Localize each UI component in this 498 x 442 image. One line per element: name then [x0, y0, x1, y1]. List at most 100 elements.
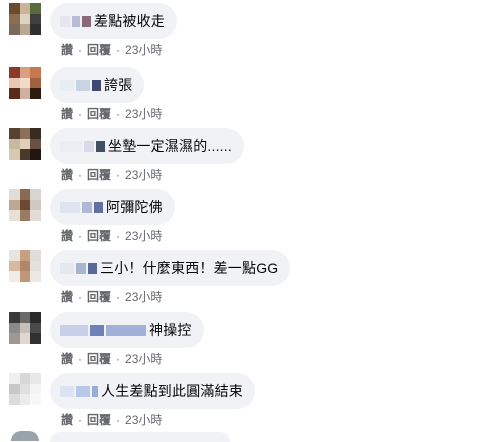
avatar[interactable] — [9, 189, 41, 221]
reply-button[interactable]: 回覆 — [87, 350, 111, 367]
name-blur-block — [82, 201, 92, 213]
like-button[interactable]: 讚 — [61, 350, 73, 367]
avatar-pixel — [30, 199, 41, 211]
avatar-pixel — [19, 210, 31, 221]
separator-dot: · — [116, 289, 121, 304]
avatar-pixel — [9, 3, 20, 14]
like-button[interactable]: 讚 — [61, 411, 73, 428]
commenter-name-blurred[interactable] — [60, 79, 101, 91]
avatar-pixel — [19, 88, 31, 99]
like-button[interactable]: 讚 — [61, 41, 73, 58]
commenter-name-blurred[interactable] — [60, 15, 91, 27]
avatar-pixel — [9, 13, 20, 25]
avatar[interactable] — [9, 3, 41, 35]
avatar[interactable] — [9, 67, 41, 99]
like-button[interactable]: 讚 — [61, 288, 73, 305]
avatar-pixel — [19, 394, 31, 405]
commenter-name-blurred[interactable] — [60, 201, 103, 213]
avatar[interactable] — [11, 431, 39, 441]
avatar[interactable] — [9, 128, 41, 160]
comment-item: 差點被收走讚 · 回覆 · 23小時 — [0, 3, 498, 63]
avatar-pixel — [9, 128, 20, 139]
comment-bubble: 阿彌陀佛 — [50, 189, 175, 225]
name-blur-block — [60, 324, 88, 336]
name-blur-block — [96, 140, 105, 152]
commenter-name-blurred[interactable] — [60, 385, 98, 397]
avatar-pixel — [19, 333, 31, 344]
separator-dot: · — [116, 167, 121, 182]
comment-item: 誇張讚 · 回覆 · 23小時 — [0, 67, 498, 127]
like-button[interactable]: 讚 — [61, 166, 73, 183]
reply-button[interactable]: 回覆 — [87, 288, 111, 305]
comment-bubble: 差點被收走 — [50, 3, 177, 39]
comment-timestamp[interactable]: 23小時 — [125, 350, 162, 367]
comment-timestamp[interactable]: 23小時 — [125, 41, 162, 58]
comment-timestamp[interactable]: 23小時 — [125, 227, 162, 244]
avatar-pixel — [19, 13, 31, 25]
separator-dot: · — [116, 228, 121, 243]
name-blur-block — [60, 201, 80, 213]
reply-button[interactable]: 回覆 — [87, 105, 111, 122]
like-button[interactable]: 讚 — [61, 227, 73, 244]
separator-dot: · — [78, 106, 83, 121]
name-blur-block — [76, 262, 86, 274]
name-blur-block — [106, 324, 146, 336]
comment-actions: 讚 · 回覆 · 23小時 — [61, 166, 162, 183]
comment-bubble — [50, 432, 230, 442]
comment-text: 坐墊一定濕濕的...... — [108, 138, 232, 154]
comment-bubble: 三小！什麼東西！差一點GG — [50, 250, 291, 286]
avatar-pixel — [30, 128, 41, 139]
comment-timestamp[interactable]: 23小時 — [125, 166, 162, 183]
name-blur-block — [94, 201, 103, 213]
reply-button[interactable]: 回覆 — [87, 411, 111, 428]
commenter-name-blurred[interactable] — [60, 324, 146, 336]
avatar-pixel — [19, 373, 31, 384]
separator-dot: · — [116, 412, 121, 427]
avatar[interactable] — [9, 250, 41, 282]
avatar[interactable] — [9, 312, 41, 344]
comment-item: 坐墊一定濕濕的...... 讚 · 回覆 · 23小時 — [0, 128, 498, 188]
avatar[interactable] — [9, 373, 41, 405]
like-button[interactable]: 讚 — [61, 105, 73, 122]
comment-actions: 讚 · 回覆 · 23小時 — [61, 411, 162, 428]
avatar-pixel — [30, 333, 41, 344]
avatar-pixel — [30, 312, 41, 323]
comment-text: 三小！什麼東西！差一點GG — [100, 260, 279, 276]
reply-button[interactable]: 回覆 — [87, 166, 111, 183]
avatar-pixel — [9, 67, 20, 78]
separator-dot: · — [78, 351, 83, 366]
comment-actions: 讚 · 回覆 · 23小時 — [61, 105, 162, 122]
comment-text: 差點被收走 — [94, 13, 165, 29]
avatar-pixel — [9, 373, 20, 384]
comment-item: 神操控讚 · 回覆 · 23小時 — [0, 312, 498, 372]
name-blur-block — [60, 385, 74, 397]
separator-dot: · — [78, 167, 83, 182]
avatar-pixel — [19, 250, 31, 261]
commenter-name-blurred[interactable] — [60, 262, 97, 274]
name-blur-block — [60, 15, 70, 27]
comment-timestamp[interactable]: 23小時 — [125, 411, 162, 428]
avatar-pixel — [9, 260, 20, 272]
comment-timestamp[interactable]: 23小時 — [125, 288, 162, 305]
avatar-pixel — [9, 271, 20, 282]
reply-button[interactable]: 回覆 — [87, 227, 111, 244]
avatar-pixel — [30, 373, 41, 384]
avatar-pixel — [19, 24, 31, 35]
avatar-pixel — [9, 149, 20, 160]
avatar-pixel — [30, 260, 41, 272]
avatar-pixel — [30, 250, 41, 261]
comment-text: 誇張 — [104, 77, 133, 93]
avatar-pixel — [30, 24, 41, 35]
name-blur-block — [90, 324, 104, 336]
commenter-name-blurred[interactable] — [60, 140, 105, 152]
comment-actions: 讚 · 回覆 · 23小時 — [61, 350, 162, 367]
avatar-pixel — [19, 128, 31, 139]
comment-timestamp[interactable]: 23小時 — [125, 105, 162, 122]
avatar-pixel — [30, 394, 41, 405]
name-blur-block — [88, 262, 97, 274]
name-blur-block — [76, 385, 90, 397]
comment-bubble: 神操控 — [50, 312, 204, 348]
reply-button[interactable]: 回覆 — [87, 41, 111, 58]
avatar-pixel — [30, 271, 41, 282]
comment-bubble: 誇張 — [50, 67, 145, 103]
